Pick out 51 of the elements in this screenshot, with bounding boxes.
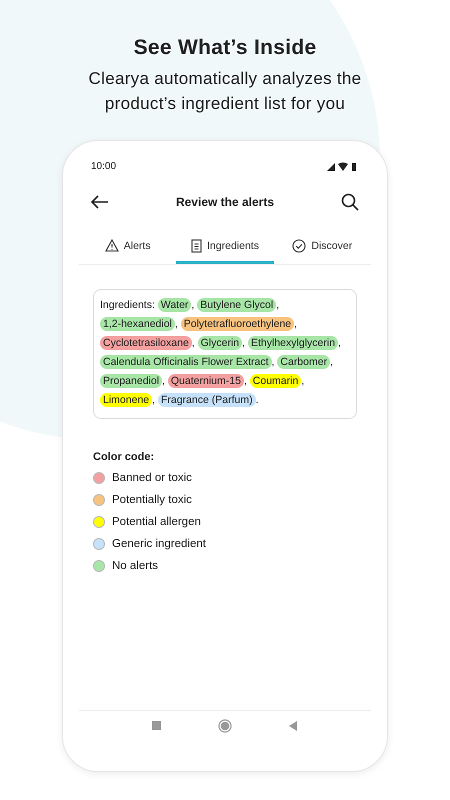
punctuation: ,: [294, 318, 298, 330]
legend-label: Generic ingredient: [112, 538, 206, 550]
ingredient-tag[interactable]: 1,2-hexanediol: [100, 317, 175, 331]
ingredient-tag[interactable]: Fragrance (Parfum): [158, 393, 256, 407]
tab[interactable]: Ingredients: [176, 230, 274, 264]
check-circle-icon: [292, 238, 306, 252]
screen-title: Review the alerts: [176, 195, 274, 209]
punctuation: ,: [272, 356, 274, 368]
punctuation: ,: [330, 356, 333, 368]
punctuation: ,: [242, 337, 246, 349]
ingredient-tag[interactable]: Coumarin: [250, 374, 302, 388]
back-arrow-icon[interactable]: [91, 195, 109, 209]
warning-icon: [104, 239, 119, 252]
punctuation: ,: [244, 375, 247, 387]
back-icon[interactable]: [288, 721, 298, 731]
ingredient-tag[interactable]: Quaternium-15: [168, 374, 244, 388]
recents-icon[interactable]: [152, 721, 162, 731]
legend-label: Potential allergen: [112, 516, 201, 528]
status-icons: [327, 162, 357, 172]
punctuation: ,: [162, 375, 165, 387]
punctuation: .: [256, 394, 258, 406]
punctuation: ,: [338, 337, 341, 349]
legend-label: Potentially toxic: [112, 494, 192, 506]
ingredients-label: Ingredients:: [100, 299, 155, 311]
subtitle: Clearya automatically analyzes the product’s ingredient list for you: [88, 68, 362, 115]
ingredient-tag[interactable]: Carbomer: [277, 355, 330, 369]
ingredient-tag[interactable]: Limonene: [100, 393, 152, 407]
home-icon[interactable]: [218, 719, 232, 733]
legend-label: No alerts: [112, 560, 158, 572]
ingredient-tag[interactable]: Cyclotetrasiloxane: [100, 336, 192, 350]
punctuation: ,: [174, 318, 178, 330]
ingredient-tag[interactable]: Propanediol: [100, 374, 162, 388]
document-icon: [191, 238, 202, 252]
status-time: 10:00: [91, 161, 116, 172]
ingredient-tag[interactable]: Glycerin: [198, 336, 242, 350]
tab[interactable]: Discover: [274, 230, 371, 264]
headline: See What’s Inside: [134, 36, 316, 60]
punctuation: ,: [301, 375, 304, 387]
ingredient-tag[interactable]: Ethylhexylglycerin: [248, 336, 338, 350]
legend-title: Color code:: [93, 451, 156, 463]
punctuation: ,: [191, 299, 194, 311]
tab[interactable]: Alerts: [79, 230, 176, 264]
punctuation: ,: [276, 299, 280, 311]
ingredient-tag[interactable]: Calendula Officinalis Flower Extract: [100, 355, 272, 369]
ingredient-tag[interactable]: Butylene Glycol: [197, 298, 276, 312]
punctuation: ,: [192, 337, 195, 349]
ingredient-tag[interactable]: Water: [158, 298, 192, 312]
punctuation: ,: [152, 394, 156, 406]
search-icon[interactable]: [340, 193, 359, 211]
legend-label: Banned or toxic: [112, 472, 192, 484]
ingredient-tag[interactable]: Polytetrafluoroethylene: [180, 317, 294, 331]
